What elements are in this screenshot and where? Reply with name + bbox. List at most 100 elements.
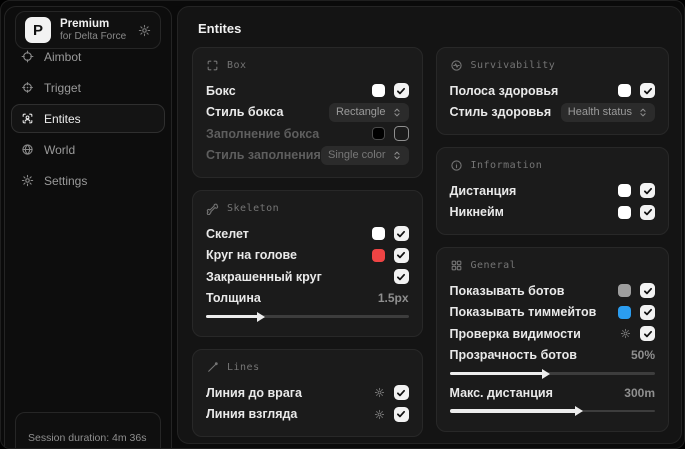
card-survivability: Survivability Полоса здоровья Стиль здоров… [435, 47, 669, 135]
dropdown[interactable]: Single color [321, 145, 409, 165]
slider-value: 300m [624, 385, 655, 400]
unfold-icon [392, 150, 402, 161]
card-title: General [470, 260, 517, 271]
scan-icon [21, 112, 34, 125]
setting-label: Никнейм [449, 205, 504, 220]
brand-subtitle: for Delta Force [60, 30, 127, 42]
setting-label: Толщина [206, 291, 261, 306]
color-swatch[interactable] [618, 205, 631, 219]
setting-gear-icon[interactable] [374, 387, 385, 398]
card-title: Lines [227, 362, 260, 373]
setting-label: Скелет [206, 226, 249, 241]
card-skeleton: Skeleton Скелет Круг на голове Закрашенный … [192, 190, 423, 337]
dropdown[interactable]: Rectangle [328, 102, 409, 122]
select-setting: Стиль здоровья Health status [449, 102, 655, 124]
setting-label: Линия до врага [206, 385, 302, 400]
check-icon [643, 307, 653, 317]
card-header: Box [206, 58, 409, 73]
slider-thumb[interactable] [256, 311, 265, 322]
dropdown-value: Rectangle [335, 106, 386, 119]
toggle-setting: Показывать ботов [449, 280, 655, 302]
crosshair-icon [21, 50, 34, 63]
checkbox[interactable] [393, 126, 409, 142]
brand-text: Premium for Delta Force [60, 18, 129, 43]
card-title: Information [470, 160, 543, 171]
slider-setting: Толщина 1.5px [206, 288, 409, 322]
left-column: Box Бокс Стиль бокса Rectangle Заполнение бо… [192, 47, 423, 437]
checkbox[interactable] [393, 83, 409, 99]
toggle-setting: Линия до врага [206, 382, 409, 404]
setting-gear-icon[interactable] [374, 409, 385, 420]
checkbox[interactable] [640, 83, 655, 99]
setting-label: Дистанция [449, 183, 517, 198]
card-box: Box Бокс Стиль бокса Rectangle Заполнение бо… [192, 47, 423, 178]
check-icon [396, 272, 406, 282]
brand-card: P Premium for Delta Force [15, 11, 161, 49]
page-title: Entites [198, 21, 242, 36]
sidebar-item-label: Aimbot [44, 49, 82, 64]
brand-settings-icon[interactable] [138, 24, 151, 37]
toggle-setting: Круг на голове [206, 245, 409, 267]
color-swatch[interactable] [371, 248, 385, 262]
toggle-setting: Линия взгляда [206, 404, 409, 426]
checkbox[interactable] [640, 283, 655, 299]
color-swatch[interactable] [618, 305, 631, 319]
setting-label: Стиль бокса [206, 105, 284, 120]
toggle-setting: Бокс [206, 80, 409, 102]
slider[interactable] [206, 311, 409, 322]
slider[interactable] [449, 406, 655, 416]
card-lines: Lines Линия до врага Линия взгляда [192, 349, 423, 437]
dropdown-value: Single color [328, 149, 386, 162]
sidebar-item-world[interactable]: World [11, 135, 165, 164]
sidebar-item-entites[interactable]: Entites [11, 104, 165, 133]
color-swatch[interactable] [371, 84, 385, 98]
checkbox[interactable] [393, 406, 409, 422]
check-icon [396, 229, 406, 239]
checkbox[interactable] [393, 247, 409, 263]
color-swatch[interactable] [618, 184, 631, 198]
bone-icon [206, 202, 219, 215]
card-header: Information [450, 158, 656, 173]
toggle-setting: Заполнение бокса [206, 123, 409, 145]
checkbox[interactable] [393, 226, 409, 242]
color-swatch[interactable] [371, 227, 385, 241]
checkbox[interactable] [393, 385, 409, 401]
sidebar-nav: Aimbot Trigget Entites World Settings [5, 42, 171, 195]
check-icon [396, 409, 406, 419]
checkbox[interactable] [393, 269, 409, 285]
card-general: General Показывать ботов Показывать тиммей… [435, 247, 669, 432]
dropdown[interactable]: Health status [560, 102, 655, 122]
checkbox[interactable] [640, 304, 655, 320]
slider[interactable] [449, 368, 655, 379]
setting-gear-icon[interactable] [620, 328, 631, 339]
setting-label: Показывать тиммейтов [449, 305, 597, 320]
check-icon [643, 207, 653, 217]
slider-value: 50% [630, 348, 655, 363]
check-icon [643, 86, 653, 96]
box-icon [206, 59, 219, 72]
color-swatch[interactable] [618, 84, 631, 98]
unfold-icon [392, 107, 402, 118]
checkbox[interactable] [640, 204, 655, 220]
sidebar: P Premium for Delta Force Category Aimbo… [4, 6, 172, 448]
check-icon [396, 86, 406, 96]
setting-label: Стиль заполнения [206, 148, 321, 163]
setting-label: Стиль здоровья [449, 105, 552, 120]
slider-thumb[interactable] [574, 406, 583, 416]
checkbox[interactable] [640, 183, 655, 199]
dropdown-value: Health status [567, 106, 632, 119]
sidebar-item-settings[interactable]: Settings [11, 166, 165, 195]
sidebar-item-trigget[interactable]: Trigget [11, 73, 165, 102]
setting-label: Показывать ботов [449, 283, 565, 298]
checkbox[interactable] [640, 326, 655, 342]
slider-setting: Прозрачность ботов 50% [449, 345, 655, 379]
setting-label: Заполнение бокса [206, 126, 320, 141]
setting-label: Круг на голове [206, 248, 297, 263]
color-swatch[interactable] [618, 284, 631, 298]
color-swatch[interactable] [371, 127, 385, 141]
slider-thumb[interactable] [542, 368, 551, 379]
toggle-setting: Дистанция [449, 180, 655, 202]
setting-label: Полоса здоровья [449, 83, 559, 98]
grid-icon [450, 259, 463, 272]
card-information: Information Дистанция Никнейм [435, 147, 669, 235]
